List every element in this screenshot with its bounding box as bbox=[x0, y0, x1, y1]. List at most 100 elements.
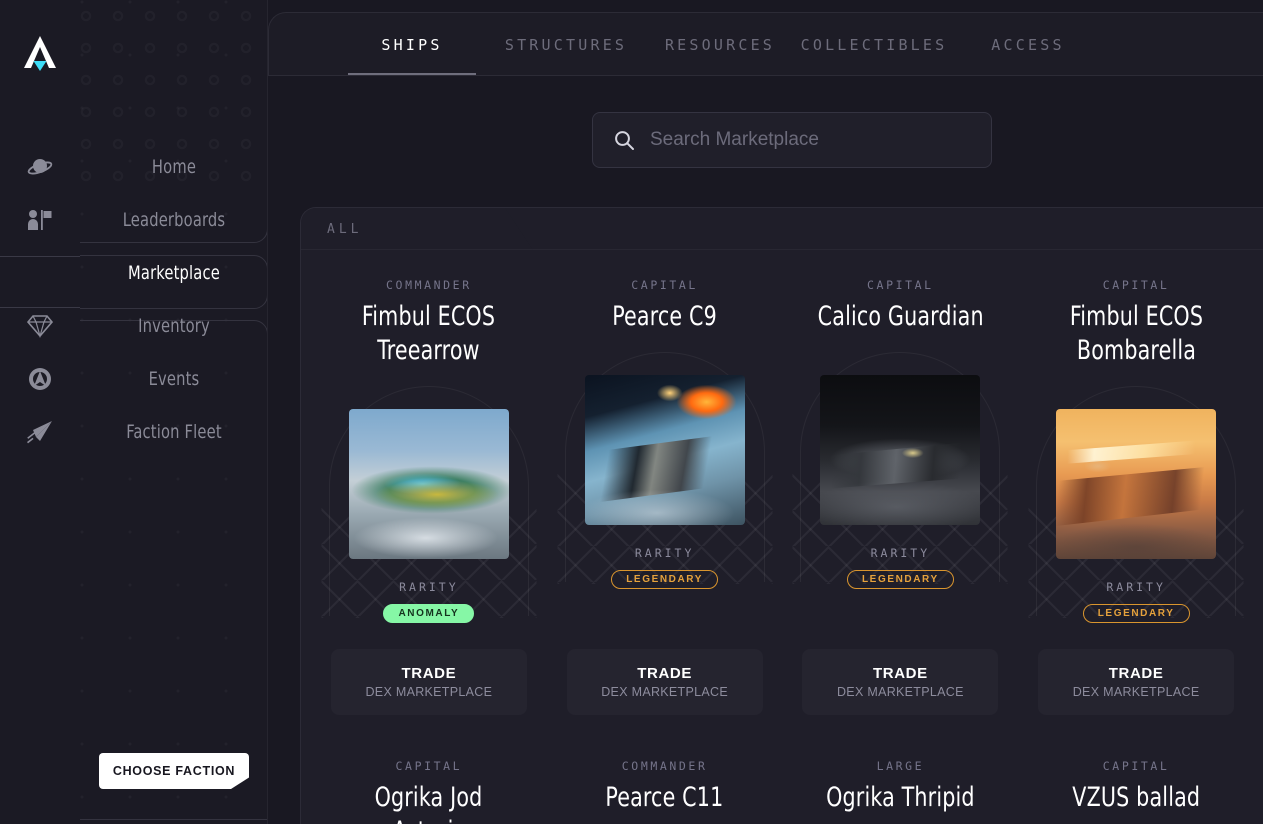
rarity-badge: LEGENDARY bbox=[846, 570, 954, 589]
ship-card-grid: COMMANDER Fimbul ECOS Treearrow RARITY A… bbox=[301, 250, 1263, 824]
ship-art-ecos-treearrow bbox=[348, 409, 509, 559]
ship-title: Fimbul ECOS Treearrow bbox=[362, 301, 496, 366]
ship-class-label: CAPITAL bbox=[867, 278, 934, 292]
ship-title: Pearce C9 bbox=[612, 301, 717, 332]
ship-title: Fimbul ECOS Bombarella bbox=[1069, 301, 1203, 366]
trade-button[interactable]: TRADE DEX MARKETPLACE bbox=[802, 649, 999, 715]
rail-icon-cart[interactable] bbox=[0, 246, 80, 299]
rail-icon-faction-crest[interactable] bbox=[0, 352, 80, 405]
ship-art-calico-guardian bbox=[820, 375, 981, 525]
ship-title: Ogrika Jod Asteris bbox=[374, 782, 483, 824]
sidebar-item-faction-fleet[interactable]: Faction Fleet bbox=[93, 405, 255, 458]
ship-class-label: CAPITAL bbox=[1102, 759, 1170, 773]
ship-card[interactable]: COMMANDER Fimbul ECOS Treearrow RARITY A… bbox=[311, 250, 547, 731]
sidebar-item-inventory[interactable]: Inventory bbox=[93, 299, 255, 352]
tab-label: SHIPS bbox=[381, 35, 443, 54]
trade-button[interactable]: TRADE DEX MARKETPLACE bbox=[1038, 649, 1235, 715]
sidebar-item-list: Home Leaderboards Marketplace Inventory … bbox=[80, 140, 267, 458]
category-tabs: SHIPS STRUCTURES RESOURCES COLLECTIBLES … bbox=[335, 13, 1105, 76]
sidebar-item-label: Events bbox=[148, 367, 200, 390]
tab-label: RESOURCES bbox=[664, 35, 776, 54]
ship-card[interactable]: COMMANDER Pearce C11 RARITY TRADE DEX MA… bbox=[547, 731, 783, 824]
rail-icon-planet[interactable] bbox=[0, 140, 80, 193]
filter-tab-all[interactable]: ALL bbox=[301, 208, 533, 250]
tab-ships[interactable]: SHIPS bbox=[335, 13, 489, 76]
ship-card[interactable]: CAPITAL Calico Guardian RARITY LEGENDARY… bbox=[783, 250, 1019, 731]
shopping-cart-icon bbox=[26, 263, 51, 283]
sidebar-item-label: Marketplace bbox=[128, 261, 220, 284]
trade-sub-label: DEX MARKETPLACE bbox=[365, 685, 493, 699]
rail-icon-list bbox=[0, 140, 80, 458]
sidebar-nav: Home Leaderboards Marketplace Inventory … bbox=[80, 0, 268, 824]
ship-class-label: LARGE bbox=[876, 759, 925, 773]
ship-card[interactable]: CAPITAL VZUS ballad RARITY TRADE DEX MAR… bbox=[1018, 731, 1254, 824]
rarity-label: RARITY bbox=[1106, 580, 1166, 594]
star-atlas-logo-icon bbox=[24, 36, 56, 71]
rail-icon-diamond[interactable] bbox=[0, 299, 80, 352]
search-input[interactable] bbox=[650, 129, 991, 151]
ship-card[interactable]: CAPITAL Pearce C9 RARITY LEGENDARY TRADE… bbox=[547, 250, 783, 731]
sidebar-item-label: Leaderboards bbox=[122, 208, 226, 231]
rail-icon-paper-plane[interactable] bbox=[0, 405, 80, 458]
ship-title: Calico Guardian bbox=[817, 301, 984, 332]
paper-plane-icon bbox=[27, 420, 52, 443]
app-logo[interactable] bbox=[0, 22, 80, 82]
ship-class-label: CAPITAL bbox=[395, 759, 463, 773]
choose-faction-button[interactable]: CHOOSE FACTION bbox=[99, 753, 249, 789]
ship-title: Pearce C11 bbox=[605, 782, 724, 813]
diamond-icon bbox=[27, 314, 53, 338]
filter-tab-label: ALL bbox=[327, 221, 363, 237]
tab-resources[interactable]: RESOURCES bbox=[643, 13, 797, 76]
rail-icon-astronaut[interactable] bbox=[0, 193, 80, 246]
trade-label: TRADE bbox=[873, 665, 928, 682]
ship-art-pearce-c9 bbox=[584, 375, 745, 525]
trade-label: TRADE bbox=[401, 665, 457, 682]
category-tabbar: SHIPS STRUCTURES RESOURCES COLLECTIBLES … bbox=[268, 12, 1263, 76]
sidebar-item-label: Inventory bbox=[138, 314, 210, 337]
tab-access[interactable]: ACCESS bbox=[951, 13, 1105, 76]
ship-class-label: CAPITAL bbox=[631, 278, 698, 292]
ship-card[interactable]: CAPITAL Ogrika Jod Asteris RARITY TRADE … bbox=[311, 731, 547, 824]
ship-art-ecos-bombarella bbox=[1056, 409, 1217, 559]
trade-sub-label: DEX MARKETPLACE bbox=[836, 685, 964, 699]
tab-label: ACCESS bbox=[991, 35, 1065, 54]
ship-title: VZUS ballad bbox=[1072, 782, 1201, 813]
rarity-badge: ANOMALY bbox=[383, 604, 475, 623]
ship-class-label: COMMANDER bbox=[621, 759, 708, 773]
trade-label: TRADE bbox=[637, 665, 692, 682]
faction-crest-icon bbox=[29, 367, 51, 390]
tab-label: STRUCTURES bbox=[504, 35, 628, 54]
planet-icon bbox=[27, 158, 53, 174]
trade-sub-label: DEX MARKETPLACE bbox=[601, 685, 728, 699]
astronaut-flag-icon bbox=[28, 209, 52, 230]
trade-button[interactable]: TRADE DEX MARKETPLACE bbox=[566, 649, 763, 715]
rarity-badge: LEGENDARY bbox=[611, 570, 719, 589]
trade-label: TRADE bbox=[1108, 665, 1164, 682]
search-bar[interactable] bbox=[592, 112, 992, 168]
sidebar-item-events[interactable]: Events bbox=[93, 352, 255, 405]
sidebar-item-label: Faction Fleet bbox=[126, 420, 222, 443]
rarity-badge: LEGENDARY bbox=[1082, 604, 1190, 623]
tab-structures[interactable]: STRUCTURES bbox=[489, 13, 643, 76]
ship-title: Ogrika Thripid bbox=[826, 782, 975, 813]
results-panel: ALL COMMANDER Fimbul ECOS Treearrow RARI… bbox=[300, 207, 1263, 824]
main-content: SHIPS STRUCTURES RESOURCES COLLECTIBLES … bbox=[268, 0, 1263, 824]
rarity-label: RARITY bbox=[634, 546, 695, 560]
trade-sub-label: DEX MARKETPLACE bbox=[1072, 685, 1200, 699]
rarity-label: RARITY bbox=[399, 580, 459, 594]
ship-card[interactable]: CAPITAL Fimbul ECOS Bombarella RARITY LE… bbox=[1018, 250, 1254, 731]
rarity-label: RARITY bbox=[870, 546, 931, 560]
marketplace-screen: Home Leaderboards Marketplace Inventory … bbox=[0, 0, 1263, 824]
tab-collectibles[interactable]: COLLECTIBLES bbox=[797, 13, 951, 76]
sidebar-item-leaderboards[interactable]: Leaderboards bbox=[93, 193, 255, 246]
search-icon bbox=[613, 129, 635, 151]
ship-class-label: CAPITAL bbox=[1102, 278, 1170, 292]
ship-class-label: COMMANDER bbox=[386, 278, 472, 292]
sidebar-item-home[interactable]: Home bbox=[93, 140, 255, 193]
trade-button[interactable]: TRADE DEX MARKETPLACE bbox=[330, 649, 527, 715]
tabbar-divider bbox=[269, 75, 1263, 76]
icon-rail bbox=[0, 0, 80, 824]
tab-label: COLLECTIBLES bbox=[800, 35, 948, 54]
sidebar-item-marketplace[interactable]: Marketplace bbox=[93, 246, 255, 299]
ship-card[interactable]: LARGE Ogrika Thripid RARITY TRADE DEX MA… bbox=[783, 731, 1019, 824]
